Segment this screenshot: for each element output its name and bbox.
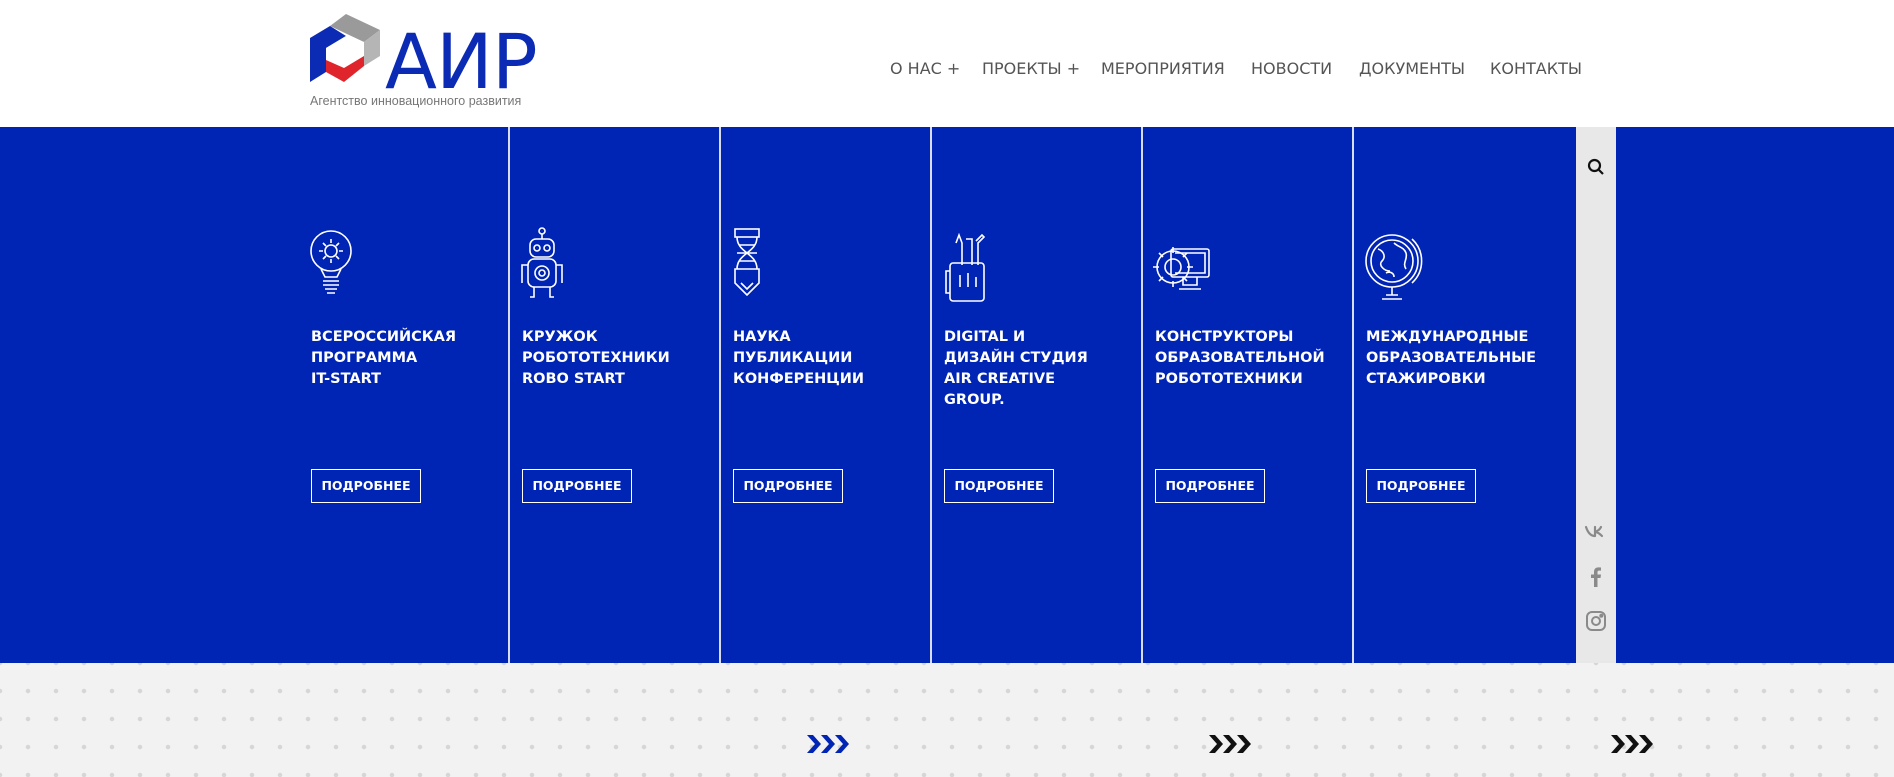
main-nav: О НАС + ПРОЕКТЫ + МЕРОПРИЯТИЯ НОВОСТИ ДО… [0,59,1894,83]
vk-icon[interactable] [1584,520,1608,544]
nav-documents[interactable]: ДОКУМЕНТЫ [1359,59,1465,78]
gear-monitor-icon [1153,247,1210,290]
facebook-icon[interactable] [1584,565,1608,589]
robot-icon [521,227,563,298]
nav-news[interactable]: НОВОСТИ [1251,59,1332,78]
more-button[interactable]: ПОДРОБНЕЕ [1155,469,1265,503]
more-button[interactable]: ПОДРОБНЕЕ [944,469,1054,503]
pattern-section [0,663,1894,777]
project-card-internships: МЕЖДУНАРОДНЫЕ ОБРАЗОВАТЕЛЬНЫЕ СТАЖИРОВКИ… [1364,127,1574,663]
project-title: МЕЖДУНАРОДНЫЕ ОБРАЗОВАТЕЛЬНЫЕ СТАЖИРОВКИ [1366,329,1537,387]
lightbulb-gear-icon [310,230,352,294]
more-button[interactable]: ПОДРОБНЕЕ [311,469,421,503]
project-card-science: НАУКА ПУБЛИКАЦИИ КОНФЕРЕНЦИИ ПОДРОБНЕЕ [731,127,941,663]
project-card-robo-start: КРУЖОК РОБОТОТЕХНИКИ ROBO START ПОДРОБНЕ… [520,127,730,663]
chevrons-right-icon[interactable] [805,729,865,759]
project-title: КРУЖОК РОБОТОТЕХНИКИ ROBO START [522,329,670,387]
project-title: ВСЕРОССИЙСКАЯ ПРОГРАММА IT-START [311,329,456,387]
pencil-cup-icon [945,232,986,302]
project-title: НАУКА ПУБЛИКАЦИИ КОНФЕРЕНЦИИ [733,329,864,387]
globe-icon [1365,234,1423,300]
more-button[interactable]: ПОДРОБНЕЕ [733,469,843,503]
social-sidebar [1576,127,1616,663]
project-card-design-studio: DIGITAL И ДИЗАЙН СТУДИЯ AIR CREATIVE GRO… [942,127,1152,663]
chevrons-right-icon[interactable] [1609,729,1669,759]
more-button[interactable]: ПОДРОБНЕЕ [522,469,632,503]
more-button[interactable]: ПОДРОБНЕЕ [1366,469,1476,503]
project-card-robotics-kits: КОНСТРУКТОРЫ ОБРАЗОВАТЕЛЬНОЙ РОБОТОТЕХНИ… [1153,127,1363,663]
logo-tagline: Агентство инновационного развития [310,94,522,108]
nav-projects[interactable]: ПРОЕКТЫ + [982,59,1080,78]
search-icon[interactable] [1584,155,1608,179]
nav-events[interactable]: МЕРОПРИЯТИЯ [1101,59,1225,78]
project-title: DIGITAL И ДИЗАЙН СТУДИЯ AIR CREATIVE GRO… [944,329,1088,408]
project-card-it-start: ВСЕРОССИЙСКАЯ ПРОГРАММА IT-START ПОДРОБН… [309,127,519,663]
site-header: АИР Агентство инновационного развития О … [0,0,1894,127]
nav-about[interactable]: О НАС + [890,59,960,78]
dna-pencil-icon [734,228,760,297]
nav-contacts[interactable]: КОНТАКТЫ [1490,59,1582,78]
project-title: КОНСТРУКТОРЫ ОБРАЗОВАТЕЛЬНОЙ РОБОТОТЕХНИ… [1155,329,1325,387]
instagram-icon[interactable] [1584,609,1608,633]
chevrons-right-icon[interactable] [1207,729,1267,759]
